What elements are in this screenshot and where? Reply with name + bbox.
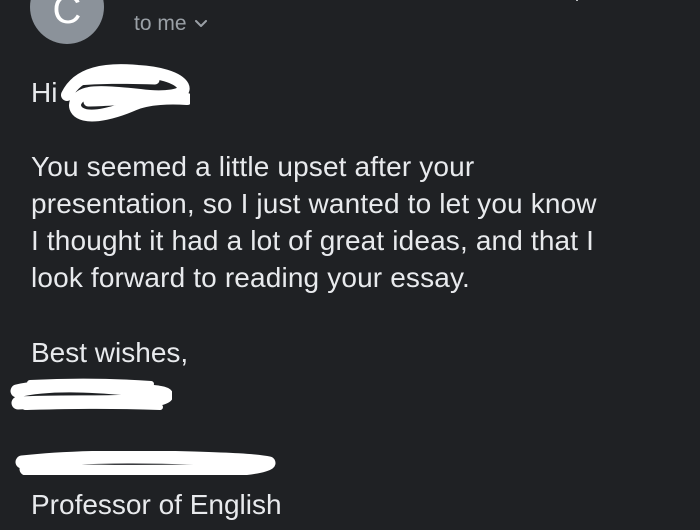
sender-name-redaction [15,451,276,475]
sender-initial: C [52,0,82,32]
sender-avatar[interactable]: C [30,0,104,44]
recipient-name-redaction [61,64,190,122]
recipient-label: to me [134,12,187,35]
signature-redaction [10,378,172,410]
email-body: You seemed a little upset after your pre… [31,151,597,293]
greeting-line: Hi [31,76,57,110]
greeting-text: Hi [31,77,58,108]
sender-title: Professor of English [31,489,282,520]
email-view: C to me Hi You seemed a little upset aft… [0,0,700,530]
recipient-dropdown[interactable]: to me [134,12,207,36]
header-punctuation-fragment [576,0,578,1]
chevron-down-icon [194,20,207,27]
signoff: Best wishes, [31,337,189,368]
